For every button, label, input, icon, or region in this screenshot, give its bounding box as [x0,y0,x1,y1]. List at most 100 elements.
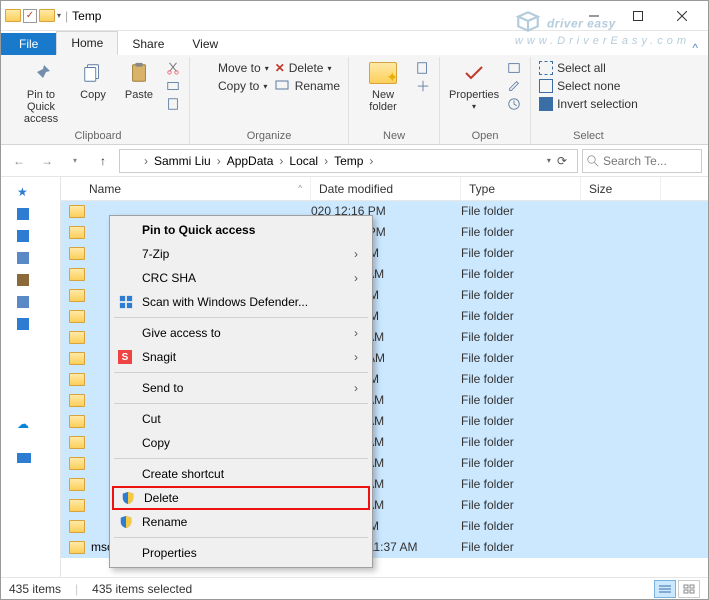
ctx-rename[interactable]: Rename [112,510,370,534]
ctx-copy[interactable]: Copy [112,431,370,455]
crumb[interactable]: Local [285,154,322,168]
ctx-cut[interactable]: Cut [112,407,370,431]
chevron-right-icon[interactable]: › [367,154,375,168]
nav-icon[interactable] [17,252,29,264]
up-button[interactable]: ↑ [91,149,115,173]
edit-icon[interactable] [506,79,522,93]
nav-icon[interactable] [17,296,29,308]
new-folder-icon: ✦ [367,59,399,87]
ctx-send-to[interactable]: Send to› [112,376,370,400]
folder-icon [124,155,138,166]
back-button[interactable]: ← [7,149,31,173]
status-selected-count: 435 items selected [92,582,192,596]
tab-view[interactable]: View [178,33,232,55]
folder-icon [69,499,85,512]
properties-button[interactable]: Properties▾ [448,57,500,114]
open-icon[interactable] [506,61,522,75]
onedrive-icon[interactable]: ☁ [17,417,33,431]
ctx-snagit[interactable]: SSnagit› [112,345,370,369]
collapse-ribbon-icon[interactable]: ^ [682,41,708,55]
folder-icon [69,394,85,407]
nav-icon[interactable] [17,361,33,375]
crumb[interactable]: Sammi Liu [150,154,215,168]
move-to-button[interactable]: Move to ▾ [198,61,269,75]
group-select: Select all Select none Invert selection … [531,57,646,144]
paste-icon [123,59,155,87]
group-label: Open [472,130,499,144]
new-item-icon[interactable] [415,61,431,75]
nav-icon[interactable] [17,318,29,330]
folder-icon [69,310,85,323]
chevron-right-icon[interactable]: › [215,154,223,168]
this-pc-icon[interactable] [17,453,31,463]
select-all-button[interactable]: Select all [539,61,638,75]
navigation-pane[interactable]: ★ ☁ [1,177,61,591]
paste-button[interactable]: Paste [119,57,159,103]
new-folder-button[interactable]: ✦ New folder [357,57,409,115]
nav-icon[interactable] [17,274,29,286]
ctx-delete[interactable]: Delete [112,486,370,510]
shield-icon [120,490,136,506]
file-type: File folder [461,267,581,281]
file-type: File folder [461,225,581,239]
group-label: New [383,130,405,144]
column-type[interactable]: Type [461,177,581,200]
ctx-pin-quick-access[interactable]: Pin to Quick access [112,218,370,242]
recent-locations-icon[interactable]: ▾ [63,149,87,173]
forward-button[interactable]: → [35,149,59,173]
column-name[interactable]: Name^ [61,177,311,200]
breadcrumb[interactable]: › Sammi Liu› AppData› Local› Temp› ▾ ⟳ [119,149,578,173]
qat-dropdown-icon[interactable]: ▾ [57,11,61,20]
ctx-7zip[interactable]: 7-Zip› [112,242,370,266]
column-size[interactable]: Size [581,177,661,200]
chevron-right-icon[interactable]: › [322,154,330,168]
invert-selection-button[interactable]: Invert selection [539,97,638,111]
quick-access-icon[interactable]: ★ [17,185,33,199]
column-date[interactable]: Date modified [311,177,461,200]
select-none-button[interactable]: Select none [539,79,638,93]
tab-share[interactable]: Share [118,33,178,55]
easy-access-icon[interactable] [415,79,431,93]
tab-home[interactable]: Home [56,31,118,55]
ctx-create-shortcut[interactable]: Create shortcut [112,462,370,486]
crumb[interactable]: AppData [223,154,278,168]
pin-to-quick-access-button[interactable]: Pin to Quick access [15,57,67,127]
delete-button[interactable]: ✕Delete ▾ [275,61,340,75]
ctx-crc-sha[interactable]: CRC SHA› [112,266,370,290]
chevron-right-icon[interactable]: › [142,154,150,168]
file-type: File folder [461,519,581,533]
ctx-windows-defender[interactable]: Scan with Windows Defender... [112,290,370,314]
qat-check-icon[interactable]: ✓ [23,9,37,23]
nav-icon[interactable] [17,383,33,397]
nav-icon[interactable] [17,230,29,242]
refresh-icon[interactable]: ⟳ [551,154,573,168]
minimize-button[interactable] [572,1,616,31]
paste-shortcut-icon[interactable] [165,97,181,111]
folder-icon [69,457,85,470]
copy-to-button[interactable]: Copy to ▾ [198,79,269,93]
folder-icon [69,331,85,344]
close-button[interactable] [660,1,704,31]
group-label: Clipboard [74,130,121,144]
nav-icon[interactable] [17,208,29,220]
title-separator: | [65,9,68,23]
column-headers[interactable]: Name^ Date modified Type Size [61,177,708,201]
search-input[interactable]: Search Te... [582,149,702,173]
properties-icon [458,59,490,87]
nav-icon[interactable] [17,339,33,353]
thumbnails-view-button[interactable] [678,580,700,598]
copy-path-icon[interactable] [165,79,181,93]
copy-button[interactable]: Copy [73,57,113,103]
cut-icon[interactable] [165,61,181,75]
tab-file[interactable]: File [1,33,56,55]
chevron-right-icon[interactable]: › [277,154,285,168]
crumb[interactable]: Temp [330,154,367,168]
history-icon[interactable] [506,97,522,111]
maximize-button[interactable] [616,1,660,31]
folder-icon [39,9,55,22]
ctx-properties[interactable]: Properties [112,541,370,565]
details-view-button[interactable] [654,580,676,598]
ctx-give-access-to[interactable]: Give access to› [112,321,370,345]
rename-button[interactable]: Rename [275,79,340,93]
file-type: File folder [461,498,581,512]
